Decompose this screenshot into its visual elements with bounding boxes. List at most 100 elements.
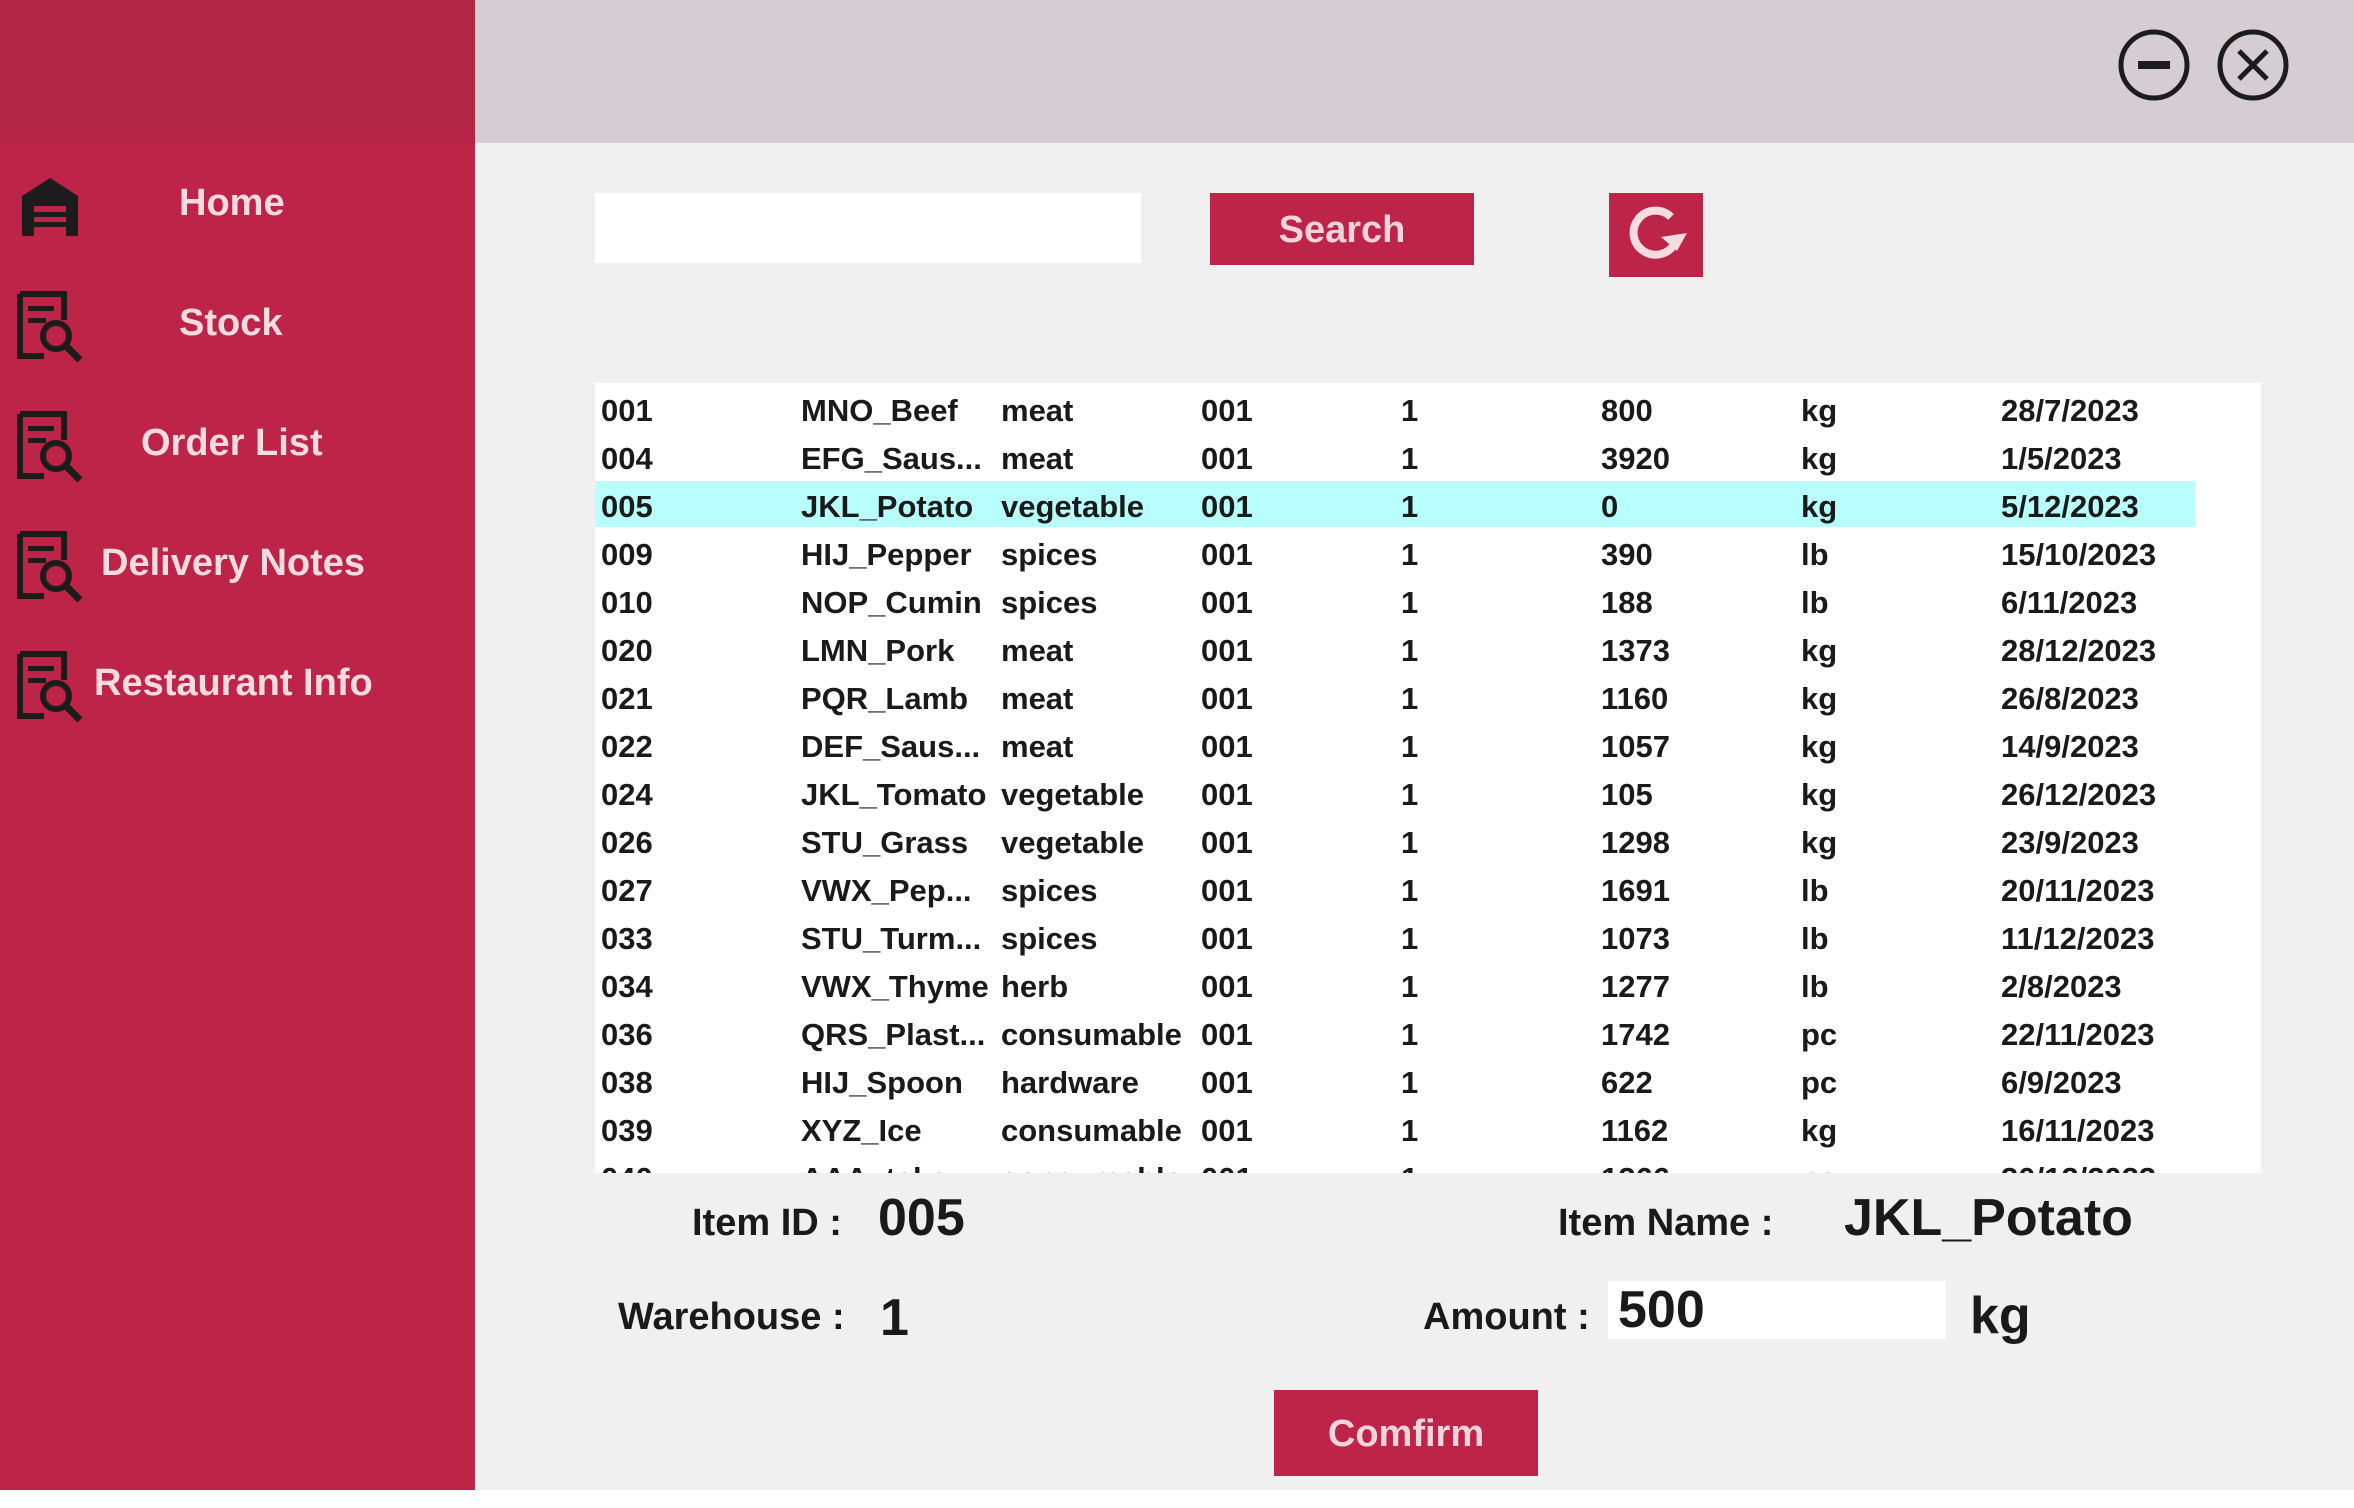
- cell-supplier: 001: [1201, 873, 1253, 908]
- item-id-value: 005: [878, 1189, 965, 1247]
- refresh-icon: [1629, 206, 1687, 259]
- cell-warehouse: 1: [1401, 873, 1419, 908]
- cell-warehouse: 1: [1401, 1113, 1419, 1148]
- table-row[interactable]: 040 AAA_take... consumable 001 1 1266 pc 30/12/…: [595, 1153, 2261, 1173]
- cell-category: vegetable: [1001, 489, 1145, 524]
- cell-category: meat: [1001, 681, 1074, 716]
- sidebar-item-stock[interactable]: Stock: [0, 280, 475, 370]
- sidebar-item-label: Order List: [141, 422, 323, 464]
- cell-quantity: 1162: [1601, 1113, 1669, 1148]
- cell-unit: kg: [1801, 729, 1838, 764]
- cell-warehouse: 1: [1401, 969, 1419, 1004]
- amount-input[interactable]: [1608, 1281, 1946, 1339]
- warehouse-icon: [22, 178, 78, 236]
- warehouse-label: Warehouse :: [618, 1296, 845, 1338]
- table-row[interactable]: 026 STU_Grass vegetable 001 1 1298 kg 23/9/2023: [595, 817, 2261, 865]
- search-button[interactable]: Search: [1210, 193, 1474, 265]
- cell-date: 28/7/2023: [2001, 393, 2139, 428]
- sidebar-item-home[interactable]: Home: [0, 160, 475, 250]
- minimize-icon[interactable]: [2117, 28, 2191, 102]
- cell-quantity: 1691: [1601, 873, 1670, 908]
- sidebar-item-label: Home: [179, 182, 285, 224]
- cell-date: 16/11/2023: [2001, 1113, 2155, 1148]
- table-row[interactable]: 004 EFG_Saus... meat 001 1 3920 kg 1/5/2023: [595, 433, 2261, 481]
- cell-date: 1/5/2023: [2001, 441, 2122, 476]
- cell-item-name: QRS_Plast...: [801, 1017, 986, 1052]
- cell-category: meat: [1001, 729, 1074, 764]
- cell-category: consumable: [1001, 1113, 1182, 1148]
- titlebar: [475, 0, 2354, 143]
- cell-quantity: 1160: [1601, 681, 1669, 716]
- refresh-button[interactable]: [1609, 193, 1703, 277]
- cell-item-name: HIJ_Pepper: [801, 537, 972, 572]
- cell-date: 2/8/2023: [2001, 969, 2122, 1004]
- cell-item-id: 034: [601, 969, 653, 1004]
- table-row[interactable]: 034 VWX_Thyme herb 001 1 1277 lb 2/8/2023: [595, 961, 2261, 1009]
- sidebar-item-delivery-notes[interactable]: Delivery Notes: [0, 520, 475, 610]
- cell-warehouse: 1: [1401, 777, 1419, 812]
- table-row[interactable]: 021 PQR_Lamb meat 001 1 1160 kg 26/8/2023: [595, 673, 2261, 721]
- table-row[interactable]: 010 NOP_Cumin spices 001 1 188 lb 6/11/2023: [595, 577, 2261, 625]
- table-row[interactable]: 027 VWX_Pep... spices 001 1 1691 lb 20/11/2023: [595, 865, 2261, 913]
- confirm-button[interactable]: Comfirm: [1274, 1390, 1538, 1476]
- cell-unit: kg: [1801, 777, 1838, 812]
- main-panel: Search 001 MNO_Beef meat 001 1 800 kg 28/7/2023…: [475, 0, 2354, 1490]
- cell-warehouse: 1: [1401, 489, 1419, 524]
- cell-item-id: 024: [601, 777, 653, 812]
- cell-supplier: 001: [1201, 825, 1253, 860]
- cell-supplier: 001: [1201, 489, 1253, 524]
- cell-item-name: VWX_Thyme: [801, 969, 989, 1004]
- cell-item-name: MNO_Beef: [801, 393, 958, 428]
- cell-item-name: VWX_Pep...: [801, 873, 972, 908]
- cell-warehouse: 1: [1401, 921, 1419, 956]
- cell-quantity: 3920: [1601, 441, 1670, 476]
- cell-warehouse: 1: [1401, 1017, 1419, 1052]
- app-window: Home Stock Order List Delivery Notes Res…: [0, 0, 2354, 1490]
- table-row[interactable]: 001 MNO_Beef meat 001 1 800 kg 28/7/2023: [595, 385, 2261, 433]
- cell-warehouse: 1: [1401, 393, 1419, 428]
- cell-item-name: EFG_Saus...: [801, 441, 982, 476]
- cell-category: meat: [1001, 441, 1074, 476]
- cell-supplier: 001: [1201, 1113, 1253, 1148]
- cell-quantity: 390: [1601, 537, 1653, 572]
- cell-category: consumable: [1001, 1161, 1182, 1173]
- cell-supplier: 001: [1201, 441, 1253, 476]
- cell-unit: kg: [1801, 441, 1838, 476]
- table-row[interactable]: 033 STU_Turm... spices 001 1 1073 lb 11/12/2023: [595, 913, 2261, 961]
- table-row[interactable]: 022 DEF_Saus... meat 001 1 1057 kg 14/9/2023: [595, 721, 2261, 769]
- table-row[interactable]: 036 QRS_Plast... consumable 001 1 1742 pc 22/11…: [595, 1009, 2261, 1057]
- cell-item-name: DEF_Saus...: [801, 729, 981, 764]
- cell-quantity: 1266: [1601, 1161, 1670, 1173]
- table-row[interactable]: 005 JKL_Potato vegetable 001 1 0 kg 5/12/2023: [595, 481, 2261, 529]
- cell-category: herb: [1001, 969, 1069, 1004]
- table-row[interactable]: 038 HIJ_Spoon hardware 001 1 622 pc 6/9/2023: [595, 1057, 2261, 1105]
- cell-supplier: 001: [1201, 393, 1253, 428]
- cell-quantity: 622: [1601, 1065, 1653, 1100]
- cell-category: spices: [1001, 873, 1098, 908]
- table-row[interactable]: 024 JKL_Tomato vegetable 001 1 105 kg 26/12/202…: [595, 769, 2261, 817]
- cell-unit: lb: [1801, 969, 1829, 1004]
- cell-unit: lb: [1801, 585, 1829, 620]
- cell-date: 30/12/2023: [2001, 1161, 2156, 1173]
- cell-category: vegetable: [1001, 777, 1145, 812]
- cell-item-name: AAA_take...: [801, 1161, 973, 1173]
- cell-item-id: 026: [601, 825, 653, 860]
- table-row[interactable]: 039 XYZ_Ice consumable 001 1 1162 kg 16/11/2023: [595, 1105, 2261, 1153]
- search-input[interactable]: [595, 193, 1141, 263]
- table-row[interactable]: 020 LMN_Pork meat 001 1 1373 kg 28/12/2023: [595, 625, 2261, 673]
- cell-quantity: 188: [1601, 585, 1653, 620]
- warehouse-value: 1: [880, 1289, 909, 1347]
- table-row[interactable]: 009 HIJ_Pepper spices 001 1 390 lb 15/10/2023: [595, 529, 2261, 577]
- cell-item-id: 022: [601, 729, 653, 764]
- amount-unit: kg: [1970, 1287, 2031, 1345]
- stock-table[interactable]: 001 MNO_Beef meat 001 1 800 kg 28/7/2023 004 EFG_…: [595, 383, 2261, 1173]
- sidebar-item-label: Delivery Notes: [101, 542, 366, 584]
- close-icon[interactable]: [2216, 28, 2290, 102]
- cell-item-name: STU_Grass: [801, 825, 969, 860]
- cell-item-id: 040: [601, 1161, 653, 1173]
- cell-supplier: 001: [1201, 681, 1253, 716]
- cell-category: spices: [1001, 537, 1098, 572]
- sidebar-item-restaurant-info[interactable]: Restaurant Info: [0, 640, 475, 730]
- cell-item-id: 009: [601, 537, 653, 572]
- sidebar-item-order-list[interactable]: Order List: [0, 400, 475, 490]
